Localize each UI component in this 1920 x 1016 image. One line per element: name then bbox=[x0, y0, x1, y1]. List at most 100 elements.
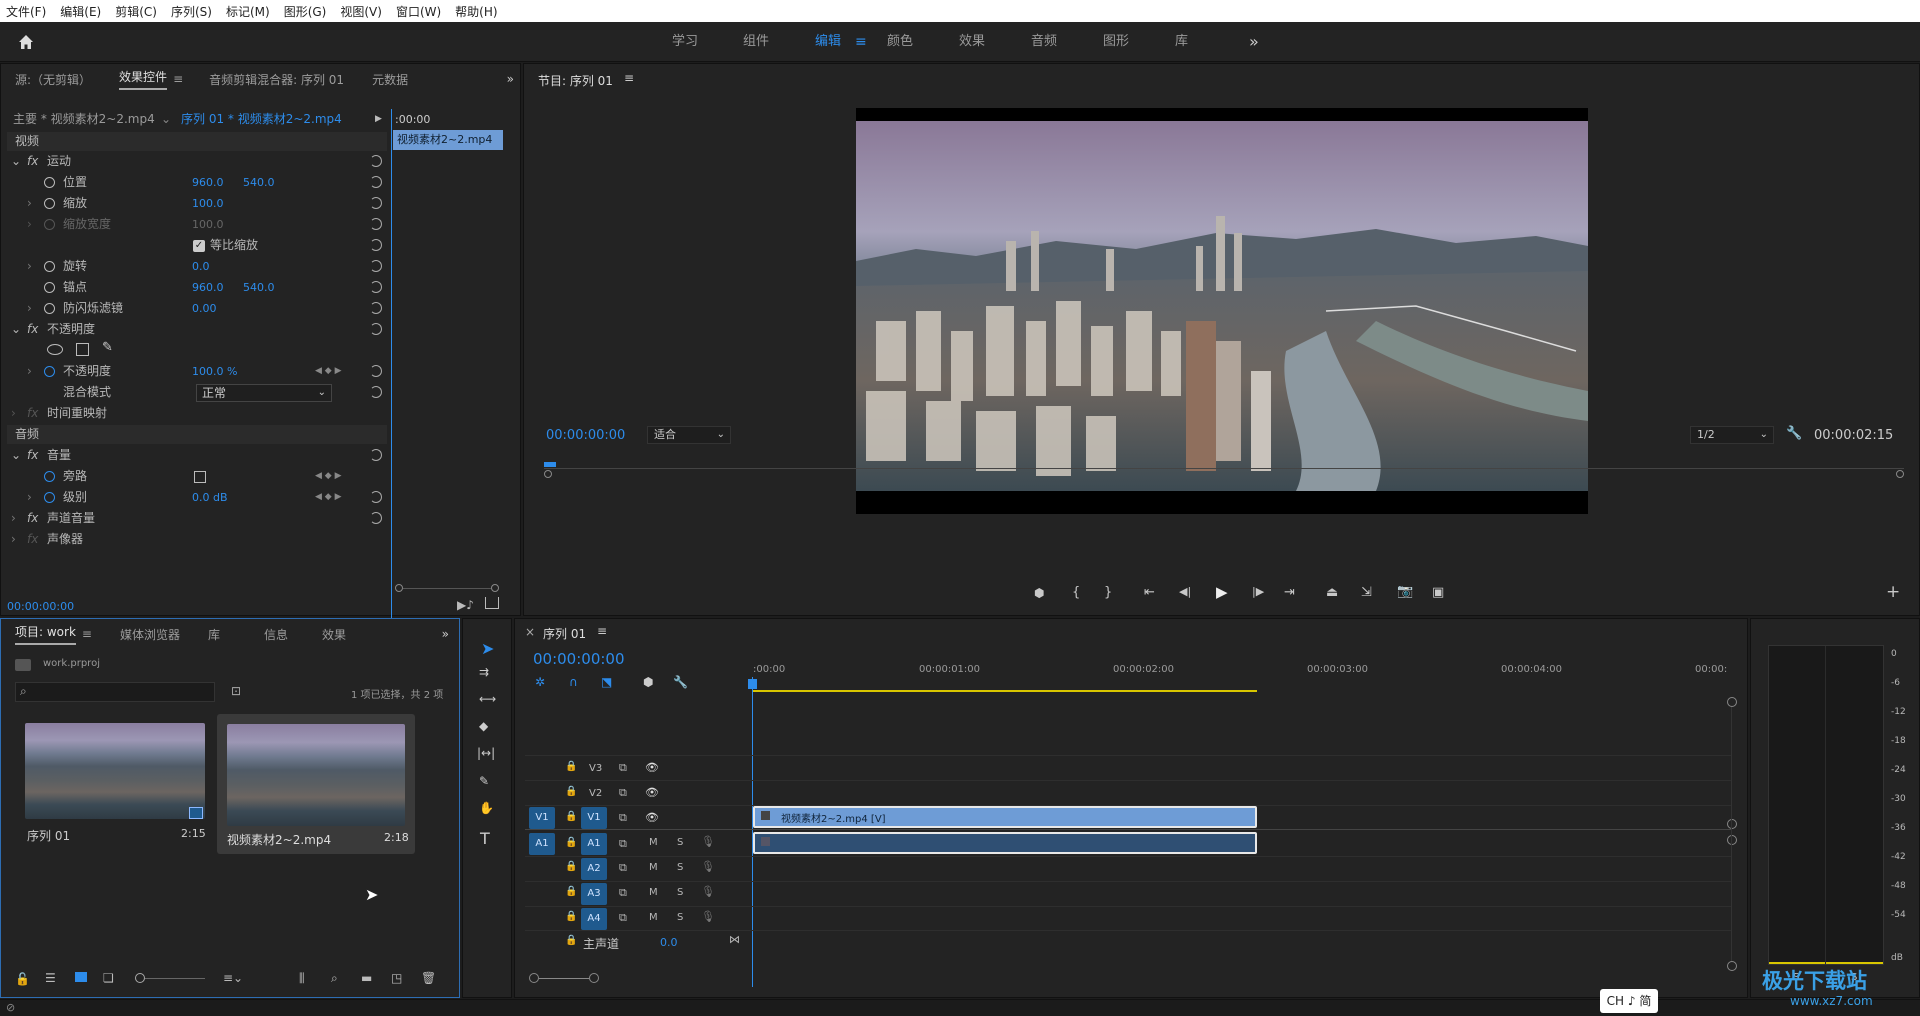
stopwatch-icon[interactable] bbox=[44, 366, 55, 377]
microphone-icon[interactable]: 🎙 bbox=[701, 910, 715, 923]
lock-icon[interactable]: 🔒 bbox=[565, 786, 577, 797]
bow-tie-icon[interactable]: ⋈ bbox=[729, 933, 740, 946]
lock-icon[interactable]: 🔒 bbox=[565, 811, 577, 822]
wrench-icon[interactable]: 🔧 bbox=[1786, 426, 1802, 441]
menu-marker[interactable]: 标记(M) bbox=[226, 3, 270, 20]
slip-tool-icon[interactable]: |↔| bbox=[477, 746, 495, 760]
solo-button[interactable]: S bbox=[677, 912, 683, 923]
audio-filter-icon[interactable]: ▶♪ bbox=[457, 598, 474, 612]
expand-icon[interactable]: › bbox=[27, 361, 32, 382]
track-a2-button[interactable]: A2 bbox=[581, 858, 607, 880]
audio-clip[interactable] bbox=[753, 832, 1257, 854]
scroll-handle[interactable] bbox=[589, 973, 599, 983]
resolution-dropdown[interactable]: 1/2 ⌄ bbox=[1690, 426, 1774, 444]
mark-in-icon[interactable]: { bbox=[1072, 585, 1080, 600]
workspace-more-icon[interactable]: » bbox=[1249, 22, 1259, 62]
automate-icon[interactable]: ⫼ bbox=[299, 971, 305, 986]
menu-graphics[interactable]: 图形(G) bbox=[284, 3, 327, 20]
fit-dropdown[interactable]: 适合 ⌄ bbox=[647, 426, 731, 444]
solo-button[interactable]: S bbox=[677, 887, 683, 898]
rectangle-mask-icon[interactable] bbox=[76, 343, 89, 356]
scroll-handle[interactable] bbox=[1727, 819, 1737, 829]
add-marker-icon[interactable]: ⬢ bbox=[643, 675, 653, 689]
extract-icon[interactable]: ⇲ bbox=[1361, 585, 1372, 600]
track-v2-label[interactable]: V2 bbox=[589, 788, 602, 799]
hand-tool-icon[interactable]: ✋ bbox=[479, 801, 494, 815]
fx-icon[interactable]: fx bbox=[27, 151, 38, 172]
stopwatch-icon[interactable] bbox=[44, 492, 55, 503]
bypass-checkbox[interactable] bbox=[194, 471, 206, 483]
tab-media-browser[interactable]: 媒体浏览器 bbox=[120, 626, 180, 643]
tab-metadata[interactable]: 元数据 bbox=[372, 71, 408, 88]
expand-icon[interactable]: › bbox=[27, 298, 32, 319]
wrench-icon[interactable]: 🔧 bbox=[673, 675, 688, 689]
export-icon[interactable] bbox=[485, 597, 499, 609]
sequence-clip-label[interactable]: 序列 01 * 视频素材2~2.mp4 bbox=[181, 109, 342, 130]
tab-info[interactable]: 信息 bbox=[264, 626, 288, 643]
anchor-x-value[interactable]: 960.0 bbox=[192, 277, 224, 298]
compare-icon[interactable]: ▣ bbox=[1432, 585, 1444, 600]
sync-lock-icon[interactable]: ⧉ bbox=[619, 861, 627, 875]
keyframe-nav-icons[interactable]: ◀ ◆ ▶ bbox=[315, 466, 342, 487]
workspace-libraries[interactable]: 库 bbox=[1175, 22, 1188, 62]
home-icon[interactable] bbox=[16, 32, 36, 52]
fx-icon[interactable]: fx bbox=[27, 508, 38, 529]
selection-tool-icon[interactable]: ➤ bbox=[481, 639, 494, 658]
reset-icon[interactable] bbox=[370, 323, 382, 335]
trash-icon[interactable]: 🗑 bbox=[421, 971, 436, 985]
project-item-sequence[interactable]: 序列 01 2:15 bbox=[19, 717, 209, 847]
mute-button[interactable]: M bbox=[649, 862, 658, 873]
timeline-timecode[interactable]: 00:00:00:00 bbox=[533, 650, 625, 668]
track-a4-button[interactable]: A4 bbox=[581, 908, 607, 930]
tab-effect-controls[interactable]: 效果控件 bbox=[119, 68, 168, 90]
fx-icon[interactable]: fx bbox=[27, 319, 38, 340]
lock-icon[interactable]: 🔒 bbox=[565, 886, 577, 897]
camera-icon[interactable]: 📷 bbox=[1397, 584, 1413, 599]
eye-icon[interactable]: 👁 bbox=[645, 786, 659, 799]
position-y-value[interactable]: 540.0 bbox=[243, 172, 275, 193]
expand-icon[interactable]: ⌄ bbox=[11, 445, 21, 466]
lock-icon[interactable]: 🔒 bbox=[565, 911, 577, 922]
workspace-audio[interactable]: 音频 bbox=[1031, 22, 1057, 62]
master-volume-value[interactable]: 0.0 bbox=[660, 936, 678, 949]
menu-edit[interactable]: 编辑(E) bbox=[60, 3, 101, 20]
position-x-value[interactable]: 960.0 bbox=[192, 172, 224, 193]
sync-lock-icon[interactable]: ⧉ bbox=[619, 911, 627, 925]
mute-button[interactable]: M bbox=[649, 912, 658, 923]
reset-icon[interactable] bbox=[370, 386, 382, 398]
microphone-icon[interactable]: 🎙 bbox=[701, 835, 715, 848]
track-v3-label[interactable]: V3 bbox=[589, 763, 602, 774]
add-marker-icon[interactable]: ⬢ bbox=[1034, 586, 1044, 600]
menu-file[interactable]: 文件(F) bbox=[6, 3, 46, 20]
tab-effect-menu-icon[interactable]: ≡ bbox=[173, 72, 183, 86]
lock-icon[interactable]: 🔒 bbox=[565, 837, 577, 848]
new-bin-icon[interactable]: ▬ bbox=[361, 971, 372, 985]
menu-help[interactable]: 帮助(H) bbox=[455, 3, 497, 20]
fx-icon[interactable]: fx bbox=[27, 445, 38, 466]
work-area-bar[interactable] bbox=[753, 690, 1257, 692]
reset-icon[interactable] bbox=[370, 155, 382, 167]
reset-icon[interactable] bbox=[370, 218, 382, 230]
reset-icon[interactable] bbox=[370, 197, 382, 209]
workspace-color[interactable]: 颜色 bbox=[887, 22, 913, 62]
rotation-value[interactable]: 0.0 bbox=[192, 256, 210, 277]
menu-sequence[interactable]: 序列(S) bbox=[171, 3, 212, 20]
lock-icon[interactable]: 🔒 bbox=[565, 761, 577, 772]
expand-icon[interactable]: › bbox=[11, 529, 16, 550]
expand-icon[interactable]: › bbox=[27, 487, 32, 508]
freeform-view-icon[interactable]: ❏ bbox=[103, 971, 114, 985]
scroll-handle[interactable] bbox=[1727, 961, 1737, 971]
sync-lock-icon[interactable]: ⧉ bbox=[619, 761, 627, 775]
sync-lock-icon[interactable]: ⧉ bbox=[619, 786, 627, 800]
expand-icon[interactable]: › bbox=[27, 193, 32, 214]
go-to-in-icon[interactable]: ⇤ bbox=[1144, 585, 1155, 600]
new-item-icon[interactable]: ◳ bbox=[391, 971, 402, 985]
mini-playhead[interactable] bbox=[391, 109, 392, 644]
menu-clip[interactable]: 剪辑(C) bbox=[115, 3, 157, 20]
reset-icon[interactable] bbox=[370, 176, 382, 188]
reset-icon[interactable] bbox=[370, 512, 382, 524]
panel-menu-icon[interactable]: ≡ bbox=[597, 624, 607, 638]
stopwatch-icon[interactable] bbox=[44, 303, 55, 314]
microphone-icon[interactable]: 🎙 bbox=[701, 860, 715, 873]
reset-icon[interactable] bbox=[370, 449, 382, 461]
